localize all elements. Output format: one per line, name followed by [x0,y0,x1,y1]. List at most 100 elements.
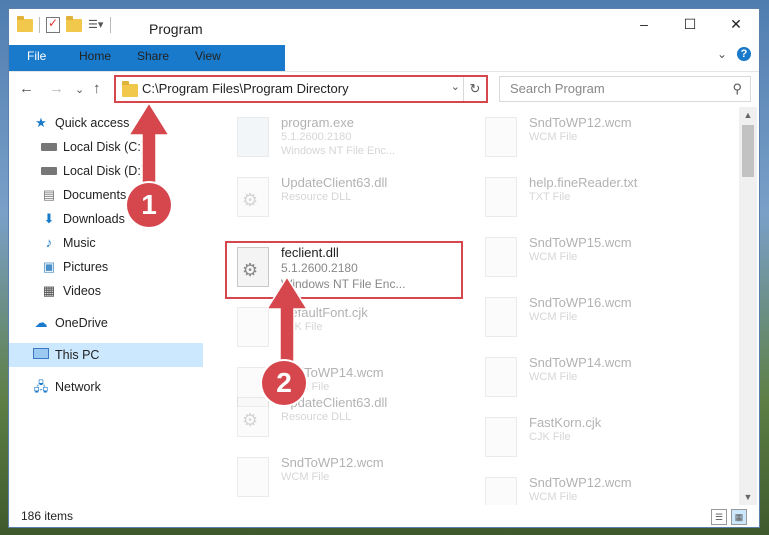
ribbon-right-controls: ⌄ ? [717,47,751,61]
dll-file-icon [237,177,269,217]
tab-home[interactable]: Home [67,45,123,67]
generic-file-icon [485,417,517,457]
callout-arrow-2 [267,277,307,369]
vertical-scrollbar[interactable]: ▲ ▼ [739,107,757,505]
file-description: Windows NT File Enc... [281,145,396,157]
view-buttons: ☰ ▦ [711,509,747,525]
sidebar-item-onedrive[interactable]: ☁ OneDrive [9,311,227,335]
sidebar-item-local-disk-d[interactable]: Local Disk (D:) 📌 [9,159,235,183]
file-item[interactable]: UpdateClient63.dll Resource DLL [229,393,469,447]
explorer-window: ☰▾ Program – ☐ ✕ File Home Share View ⌄ … [8,8,760,528]
back-button[interactable]: ← [19,80,34,97]
tab-view[interactable]: View [183,45,233,67]
large-icons-view-icon[interactable]: ▦ [731,509,747,525]
file-item[interactable]: FastKorn.cjk CJK File [477,413,717,467]
recent-locations-button[interactable]: ⌄ [75,83,84,96]
navigation-bar: ← → ⌄ ↑ C:\Program Files\Program Directo… [9,71,759,106]
file-item[interactable]: SndToWP14.wcm WCM File [477,353,717,407]
file-type: Resource DLL [281,411,352,423]
properties-icon[interactable] [46,16,60,33]
tab-share[interactable]: Share [125,45,181,67]
sidebar-item-music[interactable]: ♪ Music 📌 [9,231,235,255]
sidebar-item-this-pc[interactable]: This PC [9,343,203,367]
status-bar: 186 items ☰ ▦ [9,505,759,527]
sidebar-item-pictures[interactable]: ▣ Pictures 📌 [9,255,235,279]
search-box[interactable]: Search Program ⚲ [499,76,751,102]
file-item[interactable]: DefaultFont.cjk CJK File [229,303,469,357]
file-name: SndToWP12.wcm [281,455,384,470]
file-version: 5.1.2600.2180 [281,131,352,143]
file-item[interactable]: help.fineReader.txt TXT File [477,173,717,227]
file-name: UpdateClient63.dll [281,175,388,190]
minimize-button[interactable]: – [621,9,667,39]
customize-toolbar-icon[interactable]: ☰▾ [88,17,104,33]
details-view-icon[interactable]: ☰ [711,509,727,525]
sidebar-item-local-disk-c[interactable]: Local Disk (C:) 📌 [9,135,235,159]
window-controls: – ☐ ✕ [621,9,759,39]
file-type: WCM File [529,311,578,323]
pictures-icon: ▣ [42,259,56,274]
file-type: TXT File [529,191,571,203]
file-name: SndToWP12.wcm [529,475,632,490]
toolbar-divider [39,17,40,33]
scroll-down-icon[interactable]: ▼ [739,489,757,505]
up-button[interactable]: ↑ [93,80,101,97]
file-item[interactable]: SndToWP12.wcm WCM File [477,473,717,505]
search-placeholder[interactable]: Search Program [510,81,605,96]
file-type: WCM File [529,491,578,503]
help-icon[interactable]: ? [737,47,751,61]
file-item[interactable]: program.exe 5.1.2600.2180 Windows NT Fil… [229,113,469,167]
file-type: WCM File [281,471,330,483]
generic-file-icon [485,117,517,157]
search-icon[interactable]: ⚲ [732,81,742,97]
file-name: program.exe [281,115,354,130]
forward-button[interactable]: → [49,80,64,97]
close-button[interactable]: ✕ [713,9,759,39]
text-file-icon [485,177,517,217]
network-icon: 🖧 [33,379,49,394]
file-name: help.fineReader.txt [529,175,638,190]
sidebar-item-downloads[interactable]: ⬇ Downloads 📌 [9,207,235,231]
file-item[interactable]: SndToWP12.wcm WCM File [229,453,469,505]
generic-file-icon [485,297,517,337]
music-icon: ♪ [45,235,53,250]
folder-icon[interactable] [17,15,33,32]
sidebar-item-network[interactable]: 🖧 Network [9,375,227,399]
maximize-button[interactable]: ☐ [667,9,713,39]
sidebar-item-label: This PC [55,348,100,362]
file-item[interactable]: SndToWP12.wcm WCM File [477,113,717,167]
sidebar-item-quick-access[interactable]: ★ Quick access [9,111,227,135]
generic-file-icon [485,477,517,505]
dll-file-icon [237,397,269,437]
sidebar-item-label: OneDrive [55,316,108,330]
sidebar-item-label: Music [63,236,96,250]
file-type: Resource DLL [281,191,352,203]
scroll-up-icon[interactable]: ▲ [739,107,757,123]
window-title: Program [149,21,203,37]
sidebar-item-label: Videos [63,284,101,298]
generic-file-icon [237,307,269,347]
file-type: CJK File [529,431,571,443]
new-folder-icon[interactable] [66,15,82,32]
sidebar-item-label: Pictures [63,260,109,274]
download-icon: ⬇ [43,211,55,226]
file-item[interactable]: SndToWP15.wcm WCM File [477,233,717,287]
sidebar-item-label: Downloads [63,212,125,226]
sidebar-item-label: Network [55,380,101,394]
file-item[interactable]: UpdateClient63.dll Resource DLL [229,173,469,227]
item-count: 186 items [21,509,74,523]
exe-file-icon [237,117,269,157]
callout-arrow-1 [129,103,169,193]
file-name: SndToWP15.wcm [529,235,632,250]
sidebar-item-videos[interactable]: ▦ Videos 📌 [9,279,235,303]
file-item[interactable]: SndToWP16.wcm WCM File [477,293,717,347]
generic-file-icon [485,237,517,277]
quick-access-toolbar: ☰▾ [17,15,111,33]
documents-icon: ▤ [42,187,56,202]
expand-ribbon-icon[interactable]: ⌄ [717,47,727,61]
file-type: WCM File [529,371,578,383]
scrollbar-thumb[interactable] [742,125,754,177]
sidebar-item-documents[interactable]: ▤ Documents 📌 [9,183,235,207]
star-icon: ★ [35,115,47,130]
generic-file-icon [485,357,517,397]
